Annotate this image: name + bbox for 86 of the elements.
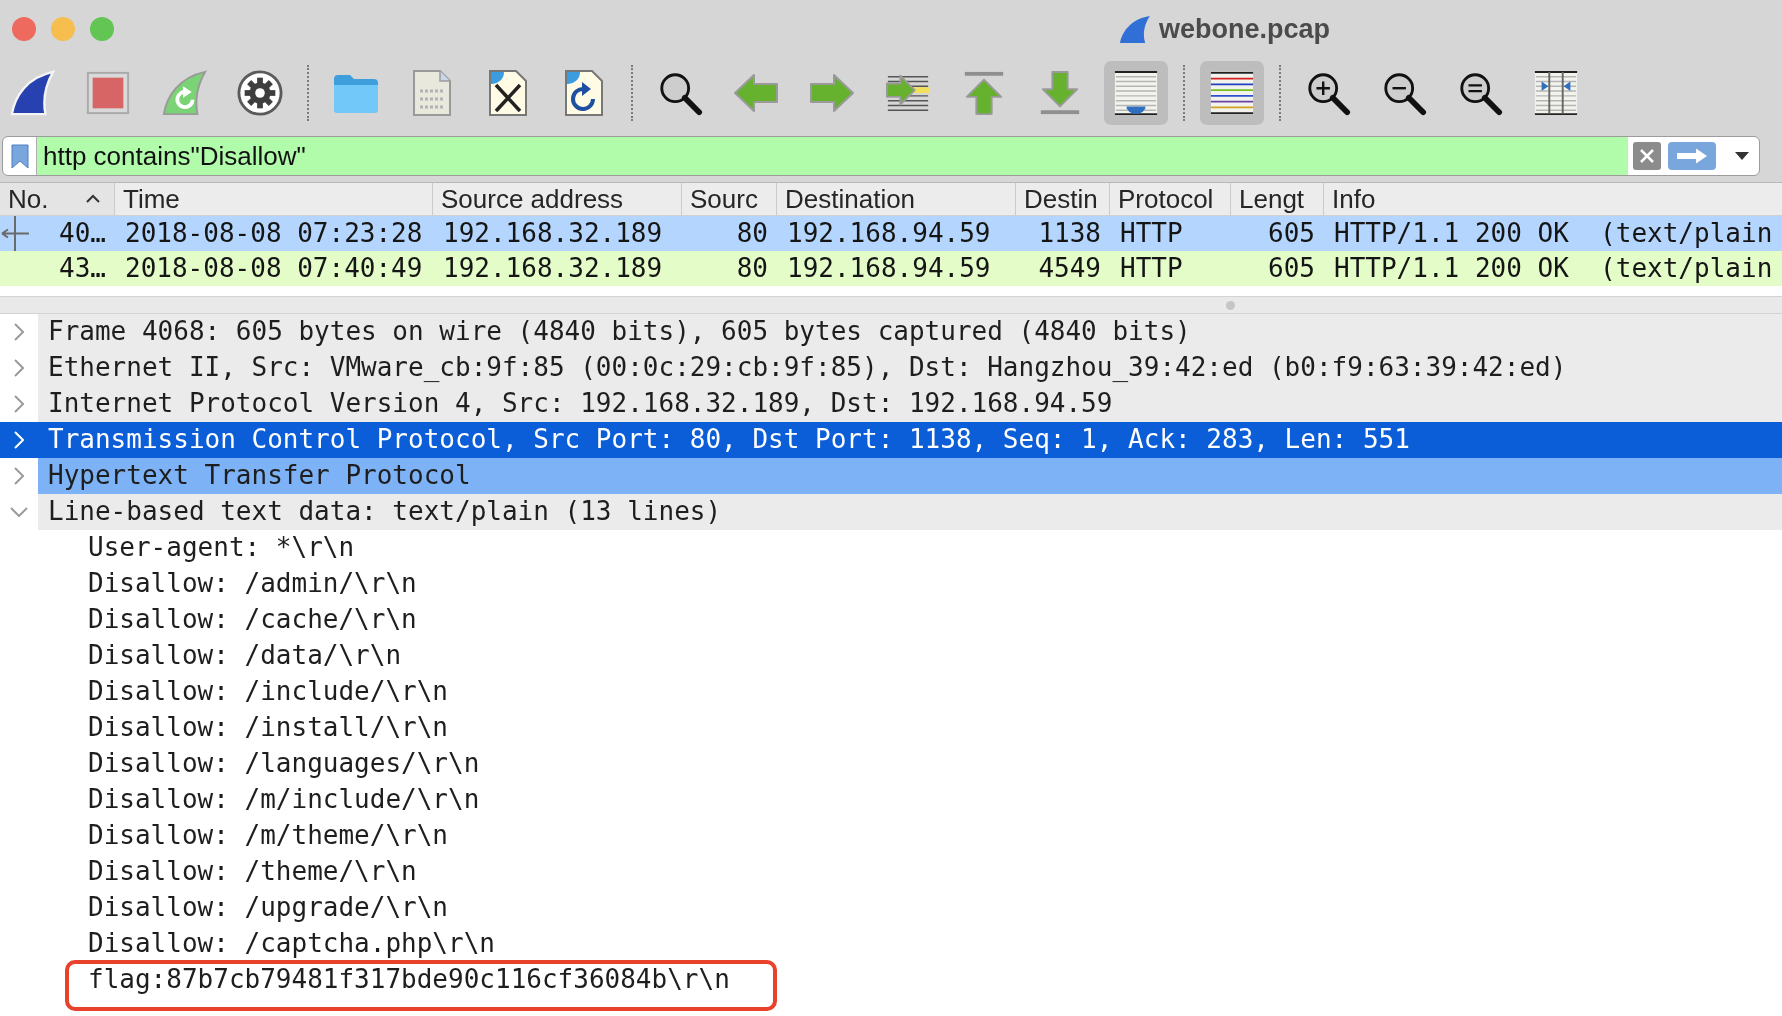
packet-row[interactable]: 40… 2018-08-08 07:23:28 192.168.32.189 80 192.168.94.59 1138 HTTP 605 HTTP/1.1 200 OK (text/plain [0,216,1782,251]
shark-fin-arrow-icon [161,70,207,116]
document-icon [412,69,452,117]
tree-item[interactable]: Disallow: /data/\r\n [88,641,402,671]
table-cell: HTTP [1120,218,1183,249]
table-cell: 605 [1268,253,1315,284]
table-cell: 192.168.94.59 [787,218,991,249]
maximize-button[interactable] [90,17,114,41]
document-refresh-icon [564,69,604,117]
shark-fin-icon [1118,15,1150,43]
tree-item[interactable]: Disallow: /admin/\r\n [88,569,417,599]
right-arrow-icon [808,73,856,113]
colorize-button[interactable] [1200,61,1264,125]
table-cell: 192.168.32.189 [443,218,663,249]
striped-lines-icon [1209,70,1255,116]
table-cell: 605 [1268,218,1315,249]
packet-row[interactable]: 43… 2018-08-08 07:40:49 192.168.32.189 80 192.168.94.59 4549 HTTP 605 HTTP/1.1 200 OK (text/plain [0,251,1782,286]
tree-item-label: Transmission Control Protocol, Src Port: 80, Dst Port: 1138, Seq: 1, Ack: 283, Len: 551 [47,425,1410,455]
tree-item[interactable]: Disallow: /upgrade/\r\n [88,893,449,923]
table-cell: 2018-08-08 07:23:28 [125,218,423,249]
tree-item[interactable]: Disallow: /m/include/\r\n [88,785,480,815]
table-cell: 80 [736,218,768,249]
tree-item[interactable]: Disallow: /m/theme/\r\n [88,821,449,851]
left-arrow-icon [732,73,780,113]
tree-item-label: Frame 4068: 605 bytes on wire (4840 bits), 605 bytes captured (4840 bits) [47,317,1191,347]
chevron-down-icon[interactable] [10,507,28,517]
table-cell: 4549 [1038,253,1101,284]
column-header[interactable]: Sourc [682,183,777,215]
tree-item[interactable]: Disallow: /cache/\r\n [88,605,417,635]
apply-filter-button[interactable] [1668,142,1716,170]
bookmark-icon[interactable] [10,143,29,169]
related-packet-arrow-icon [0,216,30,251]
caret-down-icon[interactable] [1735,152,1749,160]
column-header[interactable]: Destin [1016,183,1110,215]
tree-item[interactable]: User-agent: *\r\n [88,533,355,563]
table-cell: 192.168.32.189 [443,253,663,284]
tree-item[interactable]: Disallow: /theme/\r\n [88,857,417,887]
column-header[interactable]: Lengt [1231,183,1324,215]
right-arrow-icon [1676,148,1708,164]
document-cross-icon [488,69,528,117]
tree-item-label: Ethernet II, Src: VMware_cb:9f:85 (00:0c:29:cb:9f:85), Dst: Hangzhou_39:42:ed (b0:f9:63:39:42:ed) [47,353,1567,383]
table-cell: 1138 [1038,218,1101,249]
tree-item[interactable]: flag:87b7cb79481f317bde90c116cf36084b\r\n [88,965,730,995]
shark-fin-icon [9,70,55,116]
grip-dot-icon [1226,300,1235,310]
chevron-right-icon[interactable] [14,467,24,485]
chevron-right-icon[interactable] [14,323,24,341]
close-button[interactable] [12,17,36,41]
tree-item-label: Line-based text data: text/plain (13 lines) [47,497,722,527]
column-header[interactable]: Info [1324,183,1782,215]
cross-icon [1639,148,1655,164]
auto-scroll-button[interactable] [1104,61,1168,125]
column-header[interactable]: Destination [777,183,1016,215]
zoom-out-icon [1381,70,1427,116]
clear-filter-button[interactable] [1633,142,1661,170]
tree-item-label: Internet Protocol Version 4, Src: 192.168.32.189, Dst: 192.168.94.59 [47,389,1113,419]
table-cell: HTTP/1.1 200 OK (text/plain [1334,253,1773,284]
zoom-in-icon [1305,70,1351,116]
table-cell: HTTP [1120,253,1183,284]
column-header[interactable]: Time [115,183,433,215]
folder-icon [332,73,380,113]
table-cell: 43… [59,253,106,284]
gear-icon [237,70,283,116]
tree-item[interactable]: Transmission Control Protocol, Src Port: 80, Dst Port: 1138, Seq: 1, Ack: 283, Len: 551 [0,422,1782,458]
chevron-right-icon[interactable] [14,359,24,377]
table-cell: 2018-08-08 07:40:49 [125,253,423,284]
tree-item-label: Hypertext Transfer Protocol [47,461,471,491]
table-cell: 192.168.94.59 [787,253,991,284]
tree-item[interactable]: Disallow: /include/\r\n [88,677,449,707]
table-cell: 40… [59,218,106,249]
column-header[interactable]: No. [0,183,115,215]
magnifier-equals-icon [1457,70,1503,116]
stop-icon [85,70,131,116]
tree-item[interactable]: Disallow: /install/\r\n [88,713,449,743]
column-header[interactable]: Protocol [1110,183,1231,215]
table-cell: HTTP/1.1 200 OK (text/plain [1334,218,1773,249]
chevron-right-icon[interactable] [14,395,24,413]
tree-item[interactable]: Disallow: /languages/\r\n [88,749,480,779]
window-title: webone.pcap [1159,13,1331,45]
tree-item[interactable]: Disallow: /captcha.php\r\n [88,929,495,959]
column-header[interactable]: Source address [433,183,682,215]
list-scroll-icon [1113,70,1159,116]
search-icon [657,70,703,116]
table-cell: 80 [736,253,768,284]
display-filter-input[interactable]: http contains"Disallow" [36,137,1628,175]
columns-icon [1533,70,1579,116]
